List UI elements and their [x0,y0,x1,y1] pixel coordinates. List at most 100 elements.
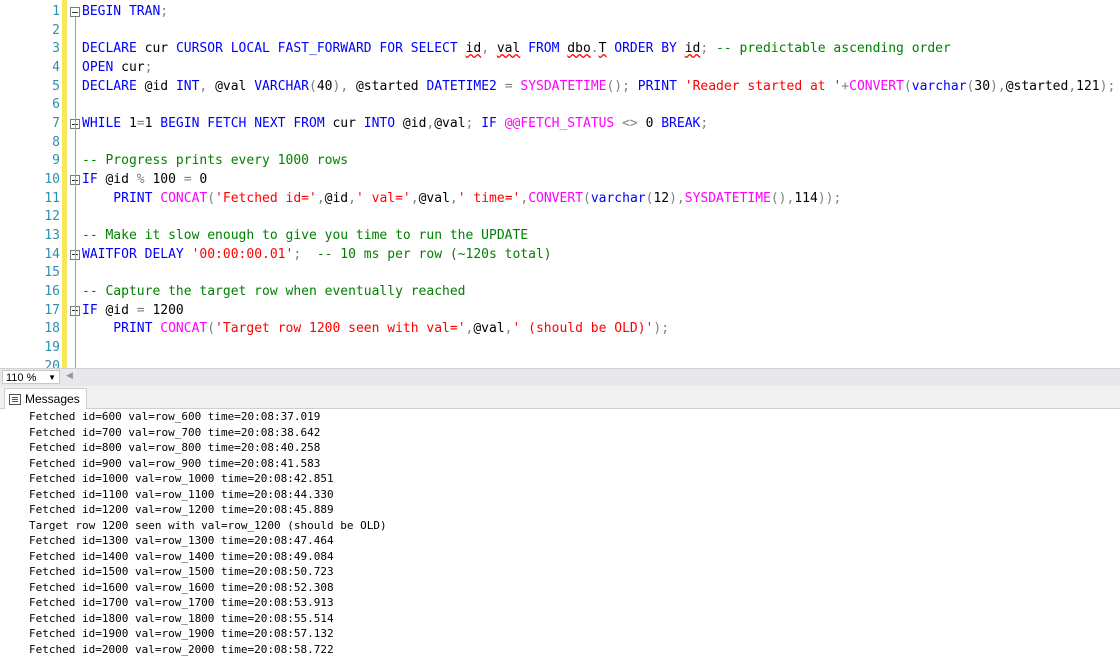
code-line[interactable]: 19 [0,339,1120,358]
chevron-down-icon[interactable]: ▼ [48,371,56,385]
code-token: cur [332,116,364,132]
code-line[interactable]: 16 -- Capture the target row when eventua… [0,283,1120,302]
code-line[interactable]: 4 OPEN cur; [0,59,1120,78]
code-token: @val [215,78,255,94]
results-tab-bar: Messages [0,386,1120,409]
code-token: @started [1005,78,1069,94]
code-token: ( [582,190,591,206]
code-token: ( [309,78,317,94]
code-token: WHILE [82,116,129,132]
code-token: VARCHAR [254,78,310,94]
code-token: , [520,190,529,206]
code-token: ( [207,190,216,206]
code-line[interactable]: 5 DECLARE @id INT, @val VARCHAR(40), @sta… [0,78,1120,97]
code-line[interactable]: 11 PRINT CONCAT('Fetched id=',@id,' val=… [0,190,1120,209]
code-text: OPEN cur; [82,59,152,78]
code-token: cur [144,41,176,57]
code-token: ' (should be OLD)' [512,321,654,337]
code-line[interactable]: 3 DECLARE cur CURSOR LOCAL FAST_FORWARD F… [0,40,1120,59]
code-line[interactable]: 13 -- Make it slow enough to give you tim… [0,227,1120,246]
code-token: = [136,302,153,318]
message-line: Fetched id=900 val=row_900 time=20:08:41… [29,456,321,470]
scroll-left-icon[interactable]: ◀ [66,371,73,381]
code-token: 1 [144,116,161,132]
code-token: PRINT [82,190,161,206]
code-line[interactable]: 1 BEGIN TRAN; [0,3,1120,22]
code-token: 0 [645,116,662,132]
code-line[interactable]: 7 WHILE 1=1 BEGIN FETCH NEXT FROM cur INT… [0,115,1120,134]
code-token: varchar [911,78,967,94]
code-token: @id [105,172,137,188]
code-token: 30 [974,78,991,94]
code-line[interactable]: 9 -- Progress prints every 1000 rows [0,152,1120,171]
code-token: . [590,41,599,57]
zoom-value: 110 % [6,372,37,384]
tab-messages-label: Messages [25,392,80,406]
code-text: PRINT CONCAT('Target row 1200 seen with … [82,320,669,339]
line-number: 9 [52,153,60,169]
code-line[interactable]: 20 [0,358,1120,368]
code-text: DECLARE cur CURSOR LOCAL FAST_FORWARD FO… [82,40,951,59]
code-token: @@FETCH_STATUS [504,116,623,132]
code-token: 0 [199,172,208,188]
code-token: FROM [528,41,568,57]
line-number: 11 [44,190,60,206]
message-line: Target row 1200 seen with val=row_1200 (… [29,518,387,532]
code-token: ; [160,4,169,19]
code-token: dbo [567,41,591,57]
code-line[interactable]: 17 IF @id = 1200 [0,302,1120,321]
message-line: Fetched id=1800 val=row_1800 time=20:08:… [29,611,334,625]
line-number: 6 [52,97,60,113]
code-token: INTO [363,116,403,132]
line-number: 16 [44,284,60,300]
message-line: Fetched id=1300 val=row_1300 time=20:08:… [29,534,334,547]
code-token: BEGIN TRAN [82,4,161,19]
code-token: <> [622,116,646,132]
messages-icon [9,393,21,405]
collapse-icon[interactable] [70,7,80,17]
line-number: 5 [52,78,60,94]
message-line: Fetched id=1100 val=row_1100 time=20:08:… [29,487,334,501]
code-token: IF [82,302,106,318]
line-number: 19 [44,340,60,356]
tab-messages[interactable]: Messages [4,388,87,409]
code-text: IF @id = 1200 [82,302,184,321]
code-token: ORDER BY [614,41,685,57]
code-token: -- Capture the target row when eventuall… [82,284,466,300]
zoom-select[interactable]: 110 % ▼ [2,370,60,384]
code-token: @id [105,302,137,318]
code-line[interactable]: 15 [0,264,1120,283]
line-number: 7 [52,116,60,132]
line-number: 12 [44,209,60,225]
code-line[interactable]: 6 [0,96,1120,115]
code-token: DECLARE [82,41,145,57]
code-token: ; [293,246,317,262]
code-line[interactable]: 10 IF @id % 100 = 0 [0,171,1120,190]
code-line[interactable]: 18 PRINT CONCAT('Target row 1200 seen wi… [0,320,1120,339]
code-token: , [504,321,513,337]
code-line[interactable]: 12 [0,208,1120,227]
code-token: 1200 [152,302,184,318]
code-token: -- Make it slow enough to give you time … [82,228,529,244]
code-token: 121 [1076,78,1100,94]
line-number: 1 [52,4,60,19]
code-token: CONCAT [160,190,208,206]
code-line[interactable]: 14 WAITFOR DELAY '00:00:00.01'; -- 10 ms … [0,246,1120,265]
code-token: IF [82,172,106,188]
code-line[interactable]: 2 [0,22,1120,41]
code-token: ); [1099,78,1116,94]
code-token: -- 10 ms per row (~120s total) [316,246,552,262]
code-text: WAITFOR DELAY '00:00:00.01'; -- 10 ms pe… [82,246,552,265]
code-token: 'Fetched id=' [215,190,317,206]
query-editor[interactable]: 1 BEGIN TRAN; 2 3 DECLARE cur CURSOR LOCAL F… [0,0,1120,368]
code-token: BEGIN FETCH NEXT FROM [160,116,333,132]
code-token: ; [700,116,709,132]
code-token: CONVERT [849,78,904,94]
code-token: '00:00:00.01' [191,246,294,262]
code-token: % [136,172,153,188]
code-text: -- Progress prints every 1000 rows [82,152,348,171]
code-line[interactable]: 8 [0,134,1120,153]
message-line: Fetched id=1700 val=row_1700 time=20:08:… [29,596,334,609]
fold-guide [75,185,76,219]
messages-pane[interactable]: Fetched id=600 val=row_600 time=20:08:37… [0,409,1120,667]
